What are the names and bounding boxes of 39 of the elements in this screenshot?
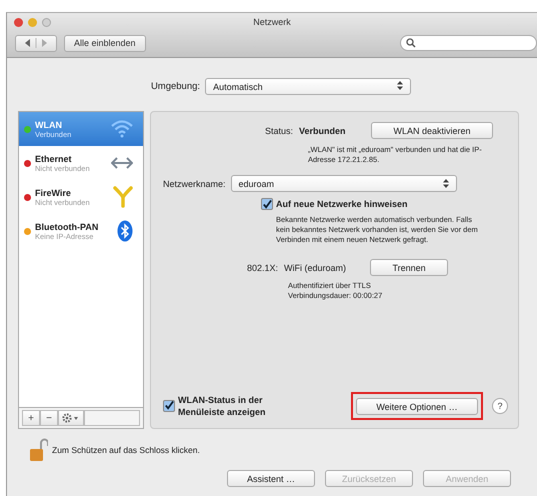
wlan-off-button[interactable]: WLAN deaktivieren [371,122,494,139]
status-label: Status: [265,126,294,136]
updown-icon [442,179,449,188]
more-options-button[interactable]: Weitere Optionen … [356,398,478,415]
firewire-icon [113,186,133,208]
dot1x-value: WiFi (eduroam) [284,262,348,272]
search-icon [406,38,416,48]
location-dropdown[interactable]: Automatisch [205,78,412,95]
service-name: Bluetooth-PAN [35,222,100,232]
status-value: Verbunden [299,126,347,136]
gear-menu-button[interactable] [58,410,84,426]
list-tool-button[interactable]: + [22,410,40,426]
service-name: Ethernet [35,154,73,164]
dot1x-label: 802.1X: [247,262,278,272]
close-button[interactable] [14,18,23,26]
wifi-icon [111,120,133,138]
list-tool-button[interactable]: − [40,410,58,426]
service-name: WLAN [35,120,63,130]
updown-icon [397,81,404,90]
checkbox[interactable] [261,198,273,210]
search-field[interactable] [400,35,537,51]
help-button[interactable]: ? [492,398,508,414]
window-title: Netzwerk [253,17,291,27]
checkbox[interactable] [163,400,175,412]
location-label: Umgebung: [150,81,200,92]
service-name: FireWire [35,188,72,198]
bluetooth-icon [117,220,133,242]
disconnect-button[interactable]: Trennen [370,259,448,276]
dialog-button[interactable]: Assistent … [227,470,315,487]
checkbox-label: Auf neue Netzwerke hinweisen [276,199,408,209]
toolbar-segment [84,410,140,426]
network-name-label: Netzwerkname: [163,178,226,188]
show-all-button[interactable]: Alle einblenden [64,34,146,52]
lock-hint: Zum Schützen auf das Schloss klicken. [52,445,200,455]
back-forward-control[interactable] [15,34,57,52]
double-arrow-icon [111,156,133,170]
checkbox-label: WLAN-Status in der Menüleiste anzeigen [178,394,267,418]
network-name-dropdown[interactable]: eduroam [230,175,457,192]
padlock-icon [30,438,48,462]
